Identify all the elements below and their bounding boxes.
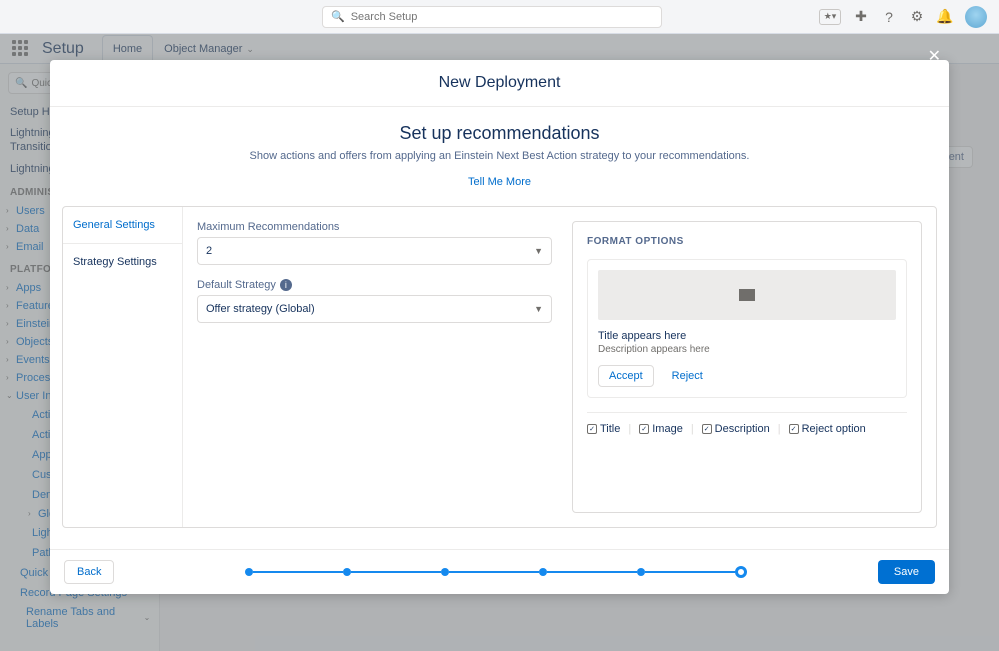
- search-icon: 🔍: [331, 10, 345, 23]
- back-button[interactable]: Back: [64, 560, 114, 584]
- accept-button[interactable]: Accept: [598, 365, 654, 387]
- modal-title: New Deployment: [50, 60, 949, 107]
- global-header: 🔍 ★▾ ✚ ? ⚙ 🔔: [0, 0, 999, 34]
- settings-panel: General Settings Strategy Settings Maxim…: [62, 206, 937, 528]
- step-dot: [245, 568, 253, 576]
- search-input[interactable]: [351, 11, 653, 23]
- modal-footer: Back Save: [50, 549, 949, 594]
- step-dot: [637, 568, 645, 576]
- progress-steps: [154, 566, 837, 578]
- tell-me-more-link[interactable]: Tell Me More: [50, 162, 949, 206]
- default-strategy-select[interactable]: Offer strategy (Global)▼: [197, 295, 552, 323]
- step-dot: [441, 568, 449, 576]
- global-search[interactable]: 🔍: [322, 6, 662, 28]
- add-icon[interactable]: ✚: [853, 9, 869, 25]
- setup-gear-icon[interactable]: ⚙: [909, 9, 925, 25]
- preview-card: Title appears here Description appears h…: [587, 259, 907, 398]
- format-options-header: FORMAT OPTIONS: [587, 236, 907, 247]
- format-options-panel: FORMAT OPTIONS Title appears here Descri…: [572, 221, 922, 513]
- header-actions: ★▾ ✚ ? ⚙ 🔔: [819, 6, 987, 28]
- max-recommendations-select[interactable]: 2▼: [197, 237, 552, 265]
- checkbox-image[interactable]: ✓Image: [639, 423, 683, 435]
- panel-side-tabs: General Settings Strategy Settings: [63, 207, 183, 527]
- max-recommendations-label: Maximum Recommendations: [197, 221, 552, 233]
- help-icon[interactable]: ?: [881, 9, 897, 25]
- avatar[interactable]: [965, 6, 987, 28]
- preview-description: Description appears here: [598, 344, 896, 355]
- checkbox-reject-option[interactable]: ✓Reject option: [789, 423, 866, 435]
- notifications-icon[interactable]: 🔔: [937, 9, 953, 25]
- step-dot: [343, 568, 351, 576]
- step-dot-current: [735, 566, 747, 578]
- format-checkboxes: ✓Title| ✓Image| ✓Description| ✓Reject op…: [587, 412, 907, 435]
- save-button[interactable]: Save: [878, 560, 935, 584]
- tab-general-settings[interactable]: General Settings: [63, 207, 182, 244]
- chevron-down-icon: ▼: [534, 246, 543, 256]
- checkbox-description[interactable]: ✓Description: [702, 423, 770, 435]
- preview-title: Title appears here: [598, 330, 896, 342]
- page-heading: Set up recommendations: [50, 107, 949, 150]
- checkbox-title[interactable]: ✓Title: [587, 423, 620, 435]
- favorites-dropdown[interactable]: ★▾: [819, 9, 841, 25]
- info-icon[interactable]: i: [280, 279, 292, 291]
- tab-strategy-settings[interactable]: Strategy Settings: [63, 244, 182, 280]
- image-icon: [738, 288, 756, 302]
- step-dot: [539, 568, 547, 576]
- reject-button[interactable]: Reject: [662, 365, 713, 387]
- image-placeholder: [598, 270, 896, 320]
- close-icon[interactable]: ✕: [928, 46, 941, 66]
- default-strategy-label: Default Strategyi: [197, 279, 552, 291]
- new-deployment-modal: ✕ New Deployment Set up recommendations …: [50, 60, 949, 594]
- page-subheading: Show actions and offers from applying an…: [50, 150, 949, 162]
- chevron-down-icon: ▼: [534, 304, 543, 314]
